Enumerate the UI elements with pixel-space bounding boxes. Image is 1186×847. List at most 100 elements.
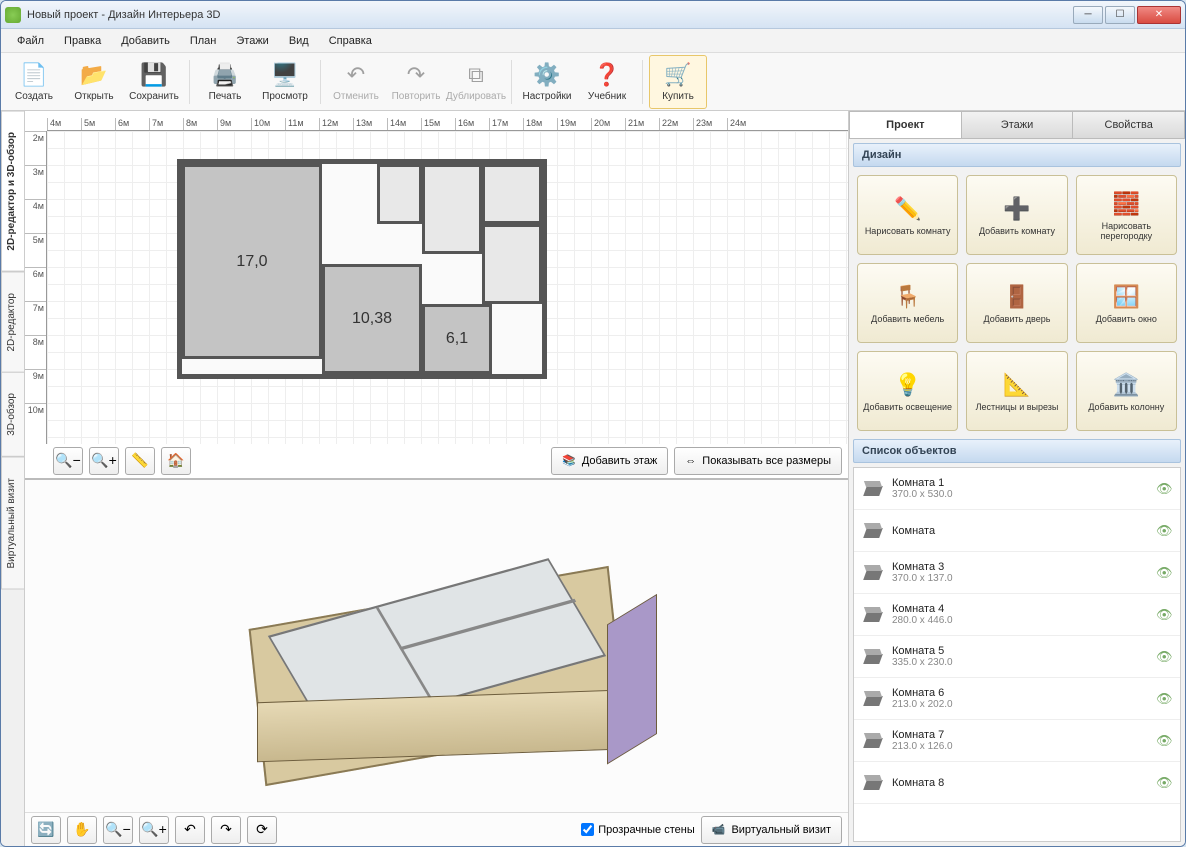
room-1[interactable]: 17,0 — [182, 164, 322, 359]
menu-add[interactable]: Добавить — [113, 32, 178, 50]
tab-virtual[interactable]: Виртуальный визит — [1, 457, 24, 590]
close-button[interactable]: ✕ — [1137, 6, 1181, 24]
pan-button[interactable]: ✋ — [67, 816, 97, 844]
create-button[interactable]: 📄Создать — [5, 55, 63, 109]
cube-icon — [862, 520, 884, 542]
design-tile[interactable]: 🧱Нарисовать перегородку — [1076, 175, 1177, 255]
redo-button[interactable]: ↷Повторить — [387, 55, 445, 109]
tutorial-button[interactable]: ❓Учебник — [578, 55, 636, 109]
object-dimensions: 213.0 x 202.0 — [892, 699, 1148, 710]
design-tile[interactable]: 🪑Добавить мебель — [857, 263, 958, 343]
add-floor-button[interactable]: 📚Добавить этаж — [551, 447, 668, 475]
ruler-tick: 24м — [727, 118, 761, 130]
tab-properties[interactable]: Свойства — [1073, 111, 1185, 139]
design-tile[interactable]: ➕Добавить комнату — [966, 175, 1067, 255]
menu-edit[interactable]: Правка — [56, 32, 109, 50]
floorplan[interactable]: 17,0 10,38 6,1 — [177, 159, 547, 379]
room-4[interactable] — [422, 164, 482, 254]
right-panel: Проект Этажи Свойства Дизайн ✏️Нарисоват… — [848, 111, 1185, 846]
2d-canvas[interactable]: 17,0 10,38 6,1 — [47, 131, 848, 444]
zoom-out-button[interactable]: 🔍− — [53, 447, 83, 475]
tile-label: Добавить колонну — [1088, 403, 1164, 413]
object-row[interactable]: Комната 5335.0 x 230.0👁 — [854, 636, 1180, 678]
object-list[interactable]: Комната 1370.0 x 530.0👁Комната👁Комната 3… — [853, 467, 1181, 842]
zoom-in-3d-button[interactable]: 🔍+ — [139, 816, 169, 844]
design-tile[interactable]: 🪟Добавить окно — [1076, 263, 1177, 343]
object-row[interactable]: Комната 8👁 — [854, 762, 1180, 804]
design-tile[interactable]: ✏️Нарисовать комнату — [857, 175, 958, 255]
design-tile[interactable]: 🚪Добавить дверь — [966, 263, 1067, 343]
object-row[interactable]: Комната 3370.0 x 137.0👁 — [854, 552, 1180, 594]
tab-3d[interactable]: 3D-обзор — [1, 372, 24, 457]
transparent-walls-checkbox[interactable]: Прозрачные стены — [581, 823, 694, 836]
object-row[interactable]: Комната 7213.0 x 126.0👁 — [854, 720, 1180, 762]
main-toolbar: 📄Создать 📂Открыть 💾Сохранить 🖨️Печать 🖥️… — [1, 53, 1185, 111]
visibility-icon[interactable]: 👁 — [1156, 691, 1172, 707]
rotate-360-button[interactable]: 🔄 — [31, 816, 61, 844]
ruler-button[interactable]: 📏 — [125, 447, 155, 475]
zoom-out-3d-button[interactable]: 🔍− — [103, 816, 133, 844]
object-row[interactable]: Комната 1370.0 x 530.0👁 — [854, 468, 1180, 510]
visibility-icon[interactable]: 👁 — [1156, 733, 1172, 749]
room-6[interactable] — [482, 224, 542, 304]
duplicate-button[interactable]: ⧉Дублировать — [447, 55, 505, 109]
object-row[interactable]: Комната👁 — [854, 510, 1180, 552]
zoom-in-button[interactable]: 🔍+ — [89, 447, 119, 475]
visibility-icon[interactable]: 👁 — [1156, 649, 1172, 665]
tab-2d[interactable]: 2D-редактор — [1, 272, 24, 373]
visibility-icon[interactable]: 👁 — [1156, 775, 1172, 791]
objects-section-header: Список объектов — [853, 439, 1181, 463]
ruler-tick: 20м — [591, 118, 625, 130]
tab-project[interactable]: Проект — [849, 111, 962, 139]
room-3[interactable]: 6,1 — [422, 304, 492, 374]
object-name: Комната 3 — [892, 561, 1148, 573]
ruler-tick: 22м — [659, 118, 693, 130]
menu-file[interactable]: Файл — [9, 32, 52, 50]
virtual-visit-button[interactable]: 📹Виртуальный визит — [701, 816, 842, 844]
ruler-tick: 3м — [25, 165, 46, 199]
design-tile[interactable]: 🏛️Добавить колонну — [1076, 351, 1177, 431]
design-tile[interactable]: 📐 Лестницы и вырезы — [966, 351, 1067, 431]
menu-floors[interactable]: Этажи — [228, 32, 276, 50]
design-tile[interactable]: 💡Добавить освещение — [857, 351, 958, 431]
cube-icon — [862, 688, 884, 710]
tile-icon: 📐 — [1002, 370, 1032, 400]
design-section-header: Дизайн — [853, 143, 1181, 167]
show-dimensions-button[interactable]: ⇔Показывать все размеры — [674, 447, 842, 475]
settings-button[interactable]: ⚙️Настройки — [518, 55, 576, 109]
tab-2d-3d[interactable]: 2D-редактор и 3D-обзор — [1, 111, 24, 272]
tile-label: Нарисовать комнату — [865, 227, 951, 237]
copy-icon: ⧉ — [462, 61, 490, 89]
tile-label: Добавить комнату — [979, 227, 1055, 237]
visibility-icon[interactable]: 👁 — [1156, 481, 1172, 497]
menu-view[interactable]: Вид — [281, 32, 317, 50]
tile-label: Лестницы и вырезы — [976, 403, 1059, 413]
3d-canvas[interactable] — [25, 480, 848, 813]
orbit-left-button[interactable]: ↶ — [175, 816, 205, 844]
preview-button[interactable]: 🖥️Просмотр — [256, 55, 314, 109]
cart-icon: 🛒 — [664, 61, 692, 89]
visibility-icon[interactable]: 👁 — [1156, 523, 1172, 539]
3d-toolbar: 🔄 ✋ 🔍− 🔍+ ↶ ↷ ⟳ Прозрачные стены 📹Виртуа… — [25, 812, 848, 846]
visibility-icon[interactable]: 👁 — [1156, 607, 1172, 623]
undo-icon: ↶ — [342, 61, 370, 89]
room-7[interactable] — [377, 164, 422, 224]
orbit-right-button[interactable]: ↷ — [211, 816, 241, 844]
home-button[interactable]: 🏠 — [161, 447, 191, 475]
visibility-icon[interactable]: 👁 — [1156, 565, 1172, 581]
object-row[interactable]: Комната 6213.0 x 202.0👁 — [854, 678, 1180, 720]
maximize-button[interactable]: ☐ — [1105, 6, 1135, 24]
save-button[interactable]: 💾Сохранить — [125, 55, 183, 109]
room-2[interactable]: 10,38 — [322, 264, 422, 374]
tab-floors[interactable]: Этажи — [962, 111, 1074, 139]
open-button[interactable]: 📂Открыть — [65, 55, 123, 109]
minimize-button[interactable]: ─ — [1073, 6, 1103, 24]
buy-button[interactable]: 🛒Купить — [649, 55, 707, 109]
undo-button[interactable]: ↶Отменить — [327, 55, 385, 109]
room-5[interactable] — [482, 164, 542, 224]
menu-help[interactable]: Справка — [321, 32, 380, 50]
object-row[interactable]: Комната 4280.0 x 446.0👁 — [854, 594, 1180, 636]
print-button[interactable]: 🖨️Печать — [196, 55, 254, 109]
menu-plan[interactable]: План — [182, 32, 225, 50]
orbit-up-button[interactable]: ⟳ — [247, 816, 277, 844]
